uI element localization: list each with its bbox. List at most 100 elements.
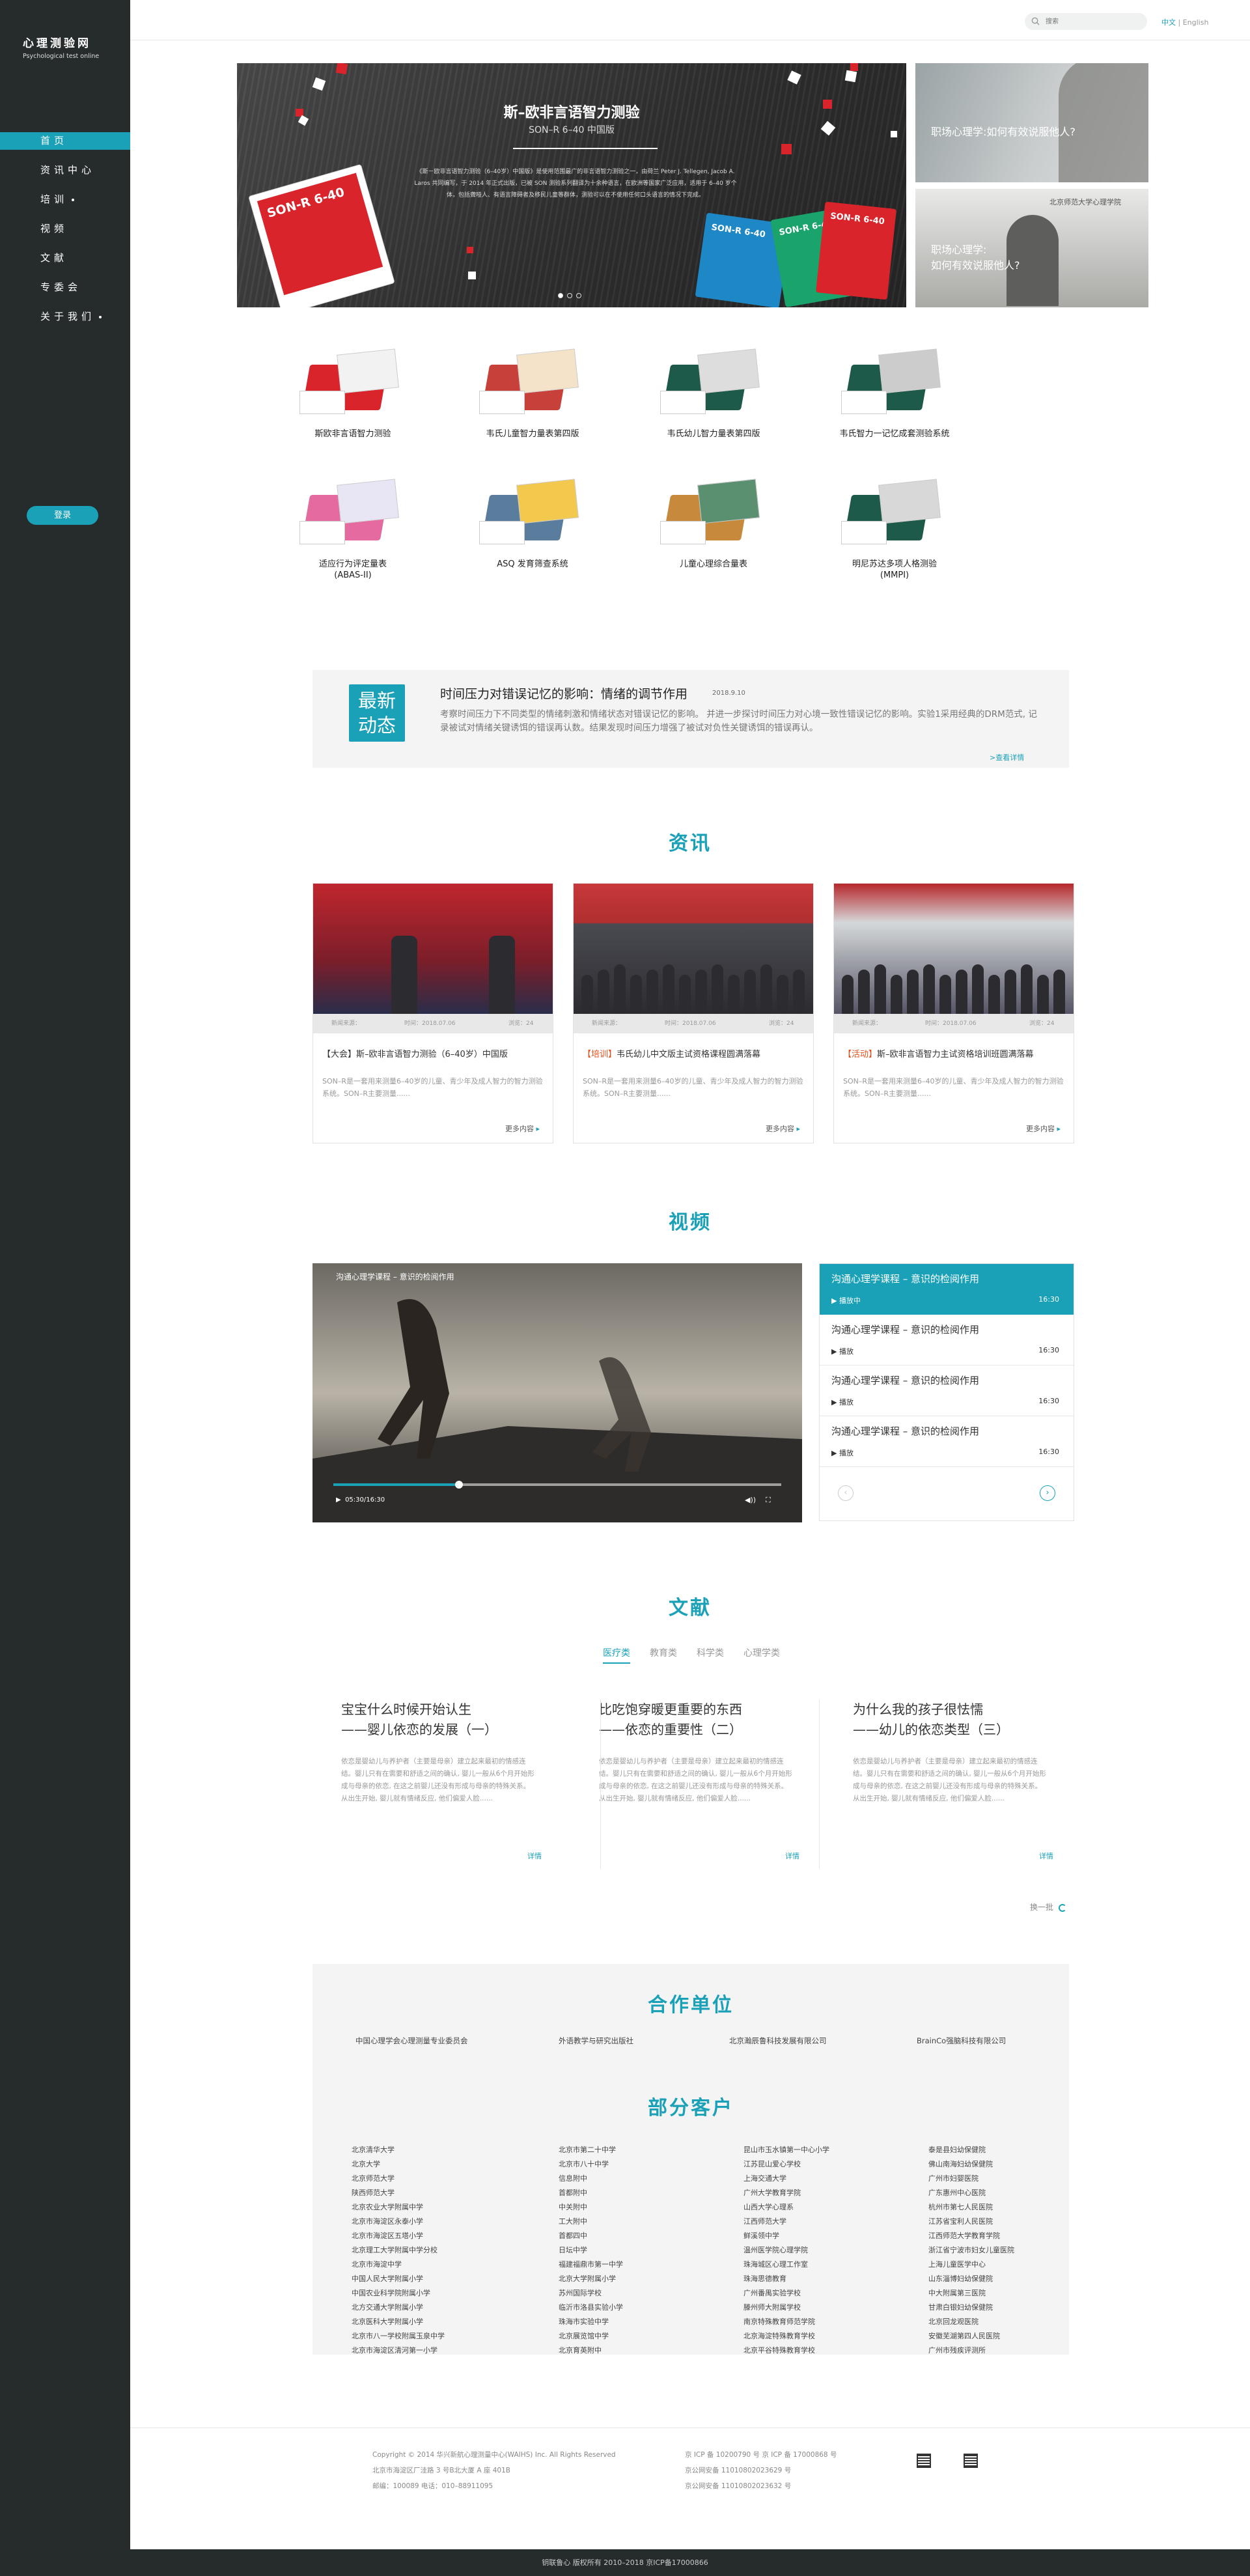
latest-title[interactable]: 时间压力对错误记忆的影响：情绪的调节作用 bbox=[440, 684, 688, 702]
nav-item-label: 关于我们 bbox=[40, 311, 96, 322]
playlist-item[interactable]: 沟通心理学课程 – 意识的检阅作用 ▶ 播放 16:30 bbox=[820, 1365, 1074, 1416]
qrcode-icon[interactable] bbox=[964, 2454, 978, 2468]
client-item: 中国农业科学院附属小学 bbox=[352, 2289, 430, 2297]
main-content: 中文 | English SON-R 6-40 SON-R 6-40 SON-R… bbox=[130, 0, 1250, 2549]
nav-item-3[interactable]: 视频 bbox=[0, 220, 130, 249]
client-item: 陕西师范大学 bbox=[352, 2189, 395, 2197]
client-item: 北京市海淀区清河第一小学 bbox=[352, 2346, 438, 2355]
product-image bbox=[654, 475, 773, 547]
literature-desc: 依恋是婴幼儿与养护者（主要是母亲）建立起来最初的情感连结。婴儿只有在需要和舒适之… bbox=[341, 1757, 535, 1802]
client-item: 临沂市洛县实验小学 bbox=[559, 2303, 623, 2312]
product-item[interactable]: ASQ 发育筛查系统 bbox=[461, 475, 604, 570]
latest-more-link[interactable]: >查看详情 bbox=[990, 752, 1024, 763]
meta-views: 浏览：24 bbox=[508, 1020, 534, 1027]
carousel-dot[interactable] bbox=[576, 293, 581, 298]
info-card[interactable]: 新闻来源： 时间：2018.07.06 浏览：24 【大会】斯–欧非言语智力测验（6–… bbox=[312, 883, 553, 1143]
literature-more-link[interactable]: 详情 bbox=[527, 1851, 542, 1861]
video-progress-knob[interactable] bbox=[454, 1481, 463, 1489]
video-player[interactable]: 沟通心理学课程 – 意识的检阅作用 ▶ 05:30/16:30 ◀)) ⛶ bbox=[312, 1263, 802, 1522]
nav-item-1[interactable]: 资讯中心 bbox=[0, 161, 130, 191]
meta-time: 时间：2018.07.06 bbox=[404, 1020, 456, 1027]
carousel-dot[interactable] bbox=[558, 293, 563, 298]
partner-item[interactable]: BrainCo强脑科技有限公司 bbox=[917, 2036, 1006, 2046]
client-item: 山西大学心理系 bbox=[743, 2203, 794, 2211]
site-logo[interactable]: 心理测验网 Psychological test online bbox=[23, 34, 107, 60]
tab-2[interactable]: 科学类 bbox=[697, 1648, 724, 1659]
client-item: 中国人民大学附属小学 bbox=[352, 2275, 423, 2283]
logo-tagline: Psychological test online bbox=[23, 53, 100, 60]
side-card-2[interactable]: 北京师范大学心理学院 职场心理学: 如何有效说服他人? bbox=[915, 189, 1148, 307]
nav-item-2[interactable]: 培训 bbox=[0, 191, 130, 220]
photo-person bbox=[663, 964, 674, 1014]
nav-item-4[interactable]: 文献 bbox=[0, 249, 130, 279]
nav-item-5[interactable]: 专委会 bbox=[0, 279, 130, 308]
literature-desc: 依恋是婴幼儿与养护者（主要是母亲）建立起来最初的情感连结。婴儿只有在需要和舒适之… bbox=[599, 1757, 792, 1802]
volume-icon[interactable]: ◀)) bbox=[745, 1496, 756, 1504]
nav-item-0[interactable]: 首页 bbox=[0, 132, 130, 150]
banner-description: 《斯－欧非言语智力测验（6–40岁）中国版》是使用范围最广的非言语智力测验之一，… bbox=[414, 169, 737, 199]
hero-banner[interactable]: SON-R 6-40 SON-R 6-40 SON-R 6-40 SON-R 6… bbox=[237, 63, 906, 307]
literature-more-link[interactable]: 详情 bbox=[785, 1851, 799, 1861]
product-image bbox=[473, 345, 592, 417]
carousel-dot[interactable] bbox=[567, 293, 572, 298]
play-icon: ▶ bbox=[831, 1398, 839, 1407]
side-card-caption: 职场心理学: 如何有效说服他人? bbox=[931, 244, 1020, 272]
product-image bbox=[293, 345, 413, 417]
literature-item[interactable]: 比吃饱穿暖更重要的东西 ——依恋的重要性（二） 依恋是婴幼儿与养护者（主要是母亲）… bbox=[599, 1700, 814, 1869]
chevron-dot-icon bbox=[72, 198, 75, 201]
photo-person bbox=[956, 970, 967, 1014]
login-button[interactable]: 登录 bbox=[27, 506, 98, 525]
playlist-item[interactable]: 沟通心理学课程 – 意识的检阅作用 ▶ 播放中 16:30 bbox=[820, 1264, 1074, 1315]
info-card-title[interactable]: 【大会】斯–欧非言语智力测验（6–40岁）中国版 bbox=[322, 1047, 544, 1059]
literature-more-link[interactable]: 详情 bbox=[1039, 1851, 1053, 1861]
photo-person bbox=[858, 970, 870, 1014]
playlist-item[interactable]: 沟通心理学课程 – 意识的检阅作用 ▶ 播放 16:30 bbox=[820, 1416, 1074, 1467]
info-card-more-link[interactable]: 更多内容 bbox=[1026, 1123, 1061, 1134]
tab-1[interactable]: 教育类 bbox=[650, 1648, 677, 1659]
lang-chinese[interactable]: 中文 bbox=[1161, 18, 1176, 27]
partner-item[interactable]: 外语教学与研究出版社 bbox=[559, 2036, 633, 2046]
search-box[interactable] bbox=[1025, 13, 1147, 30]
product-item[interactable]: 儿童心理综合量表 bbox=[642, 475, 785, 570]
play-icon[interactable]: ▶ bbox=[336, 1496, 341, 1504]
info-card-more-link[interactable]: 更多内容 bbox=[505, 1123, 540, 1134]
client-item: 中大附属第三医院 bbox=[928, 2289, 986, 2297]
video-progress-bar[interactable] bbox=[333, 1483, 781, 1486]
client-item: 杭州市第七人民医院 bbox=[928, 2203, 993, 2211]
side-card-1[interactable]: 职场心理学:如何有效说服他人? bbox=[915, 63, 1148, 182]
product-item[interactable]: 适应行为评定量表 (ABAS-II) bbox=[281, 475, 424, 581]
footer-info: Copyright © 2014 华兴新航心理测量中心(WAIHS) Inc. … bbox=[372, 2447, 616, 2494]
nav-item-6[interactable]: 关于我们 bbox=[0, 308, 130, 337]
client-item: 泰是县妇幼保健院 bbox=[928, 2146, 986, 2154]
partner-item[interactable]: 北京瀚辰鲁科技发展有限公司 bbox=[729, 2036, 827, 2046]
decor-cube bbox=[850, 63, 858, 71]
lang-english[interactable]: English bbox=[1183, 18, 1209, 27]
literature-item[interactable]: 宝宝什么时候开始认生 ——婴儿依恋的发展（一） 依恋是婴幼儿与养护者（主要是母亲）… bbox=[341, 1700, 556, 1869]
tab-0[interactable]: 医疗类 bbox=[603, 1648, 630, 1664]
info-card[interactable]: 新闻来源： 时间：2018.07.06 浏览：24 【活动】斯–欧非言语智力主试资格培… bbox=[833, 883, 1074, 1143]
info-card-more-link[interactable]: 更多内容 bbox=[766, 1123, 800, 1134]
product-item[interactable]: 斯欧非言语智力测验 bbox=[281, 345, 424, 440]
product-item[interactable]: 韦氏儿童智力量表第四版 bbox=[461, 345, 604, 440]
playlist-item[interactable]: 沟通心理学课程 – 意识的检阅作用 ▶ 播放 16:30 bbox=[820, 1315, 1074, 1365]
search-input[interactable] bbox=[1046, 16, 1137, 27]
literature-item[interactable]: 为什么我的孩子很怯懦 ——幼儿的依恋类型（三） 依恋是婴幼儿与养护者（主要是母亲）… bbox=[853, 1700, 1068, 1869]
tab-3[interactable]: 心理学类 bbox=[743, 1648, 780, 1659]
qrcode-icon[interactable] bbox=[917, 2454, 931, 2468]
product-item[interactable]: 韦氏幼儿智力量表第四版 bbox=[642, 345, 785, 440]
partner-item[interactable]: 中国心理学会心理测量专业委员会 bbox=[355, 2036, 468, 2046]
playlist-item-state-label: 播放 bbox=[839, 1449, 854, 1457]
info-card-title[interactable]: 【活动】斯–欧非言语智力主试资格培训班圆满落幕 bbox=[843, 1047, 1064, 1059]
playlist-prev-icon[interactable]: ‹ bbox=[838, 1485, 854, 1501]
product-item[interactable]: 明尼苏达多项人格测验 (MMPI) bbox=[823, 475, 966, 581]
footer-address: 北京市海淀区厂洼路 3 号B北大厦 A 座 401B bbox=[372, 2467, 510, 2474]
nav-item-label: 资讯中心 bbox=[40, 164, 96, 176]
info-card[interactable]: 新闻来源： 时间：2018.07.06 浏览：24 【培训】韦氏幼儿中文版主试资格课程… bbox=[573, 883, 814, 1143]
playlist-next-icon[interactable]: › bbox=[1040, 1485, 1055, 1501]
refresh-button[interactable]: 换一批 bbox=[1030, 1901, 1067, 1912]
client-item: 北京回龙观医院 bbox=[928, 2317, 979, 2326]
info-card-title[interactable]: 【培训】韦氏幼儿中文版主试资格课程圆满落幕 bbox=[583, 1047, 804, 1059]
client-item: 广州番禺实验学校 bbox=[743, 2289, 801, 2297]
product-item[interactable]: 韦氏智力一记忆成套测验系统 bbox=[823, 345, 966, 440]
fullscreen-icon[interactable]: ⛶ bbox=[766, 1496, 771, 1505]
